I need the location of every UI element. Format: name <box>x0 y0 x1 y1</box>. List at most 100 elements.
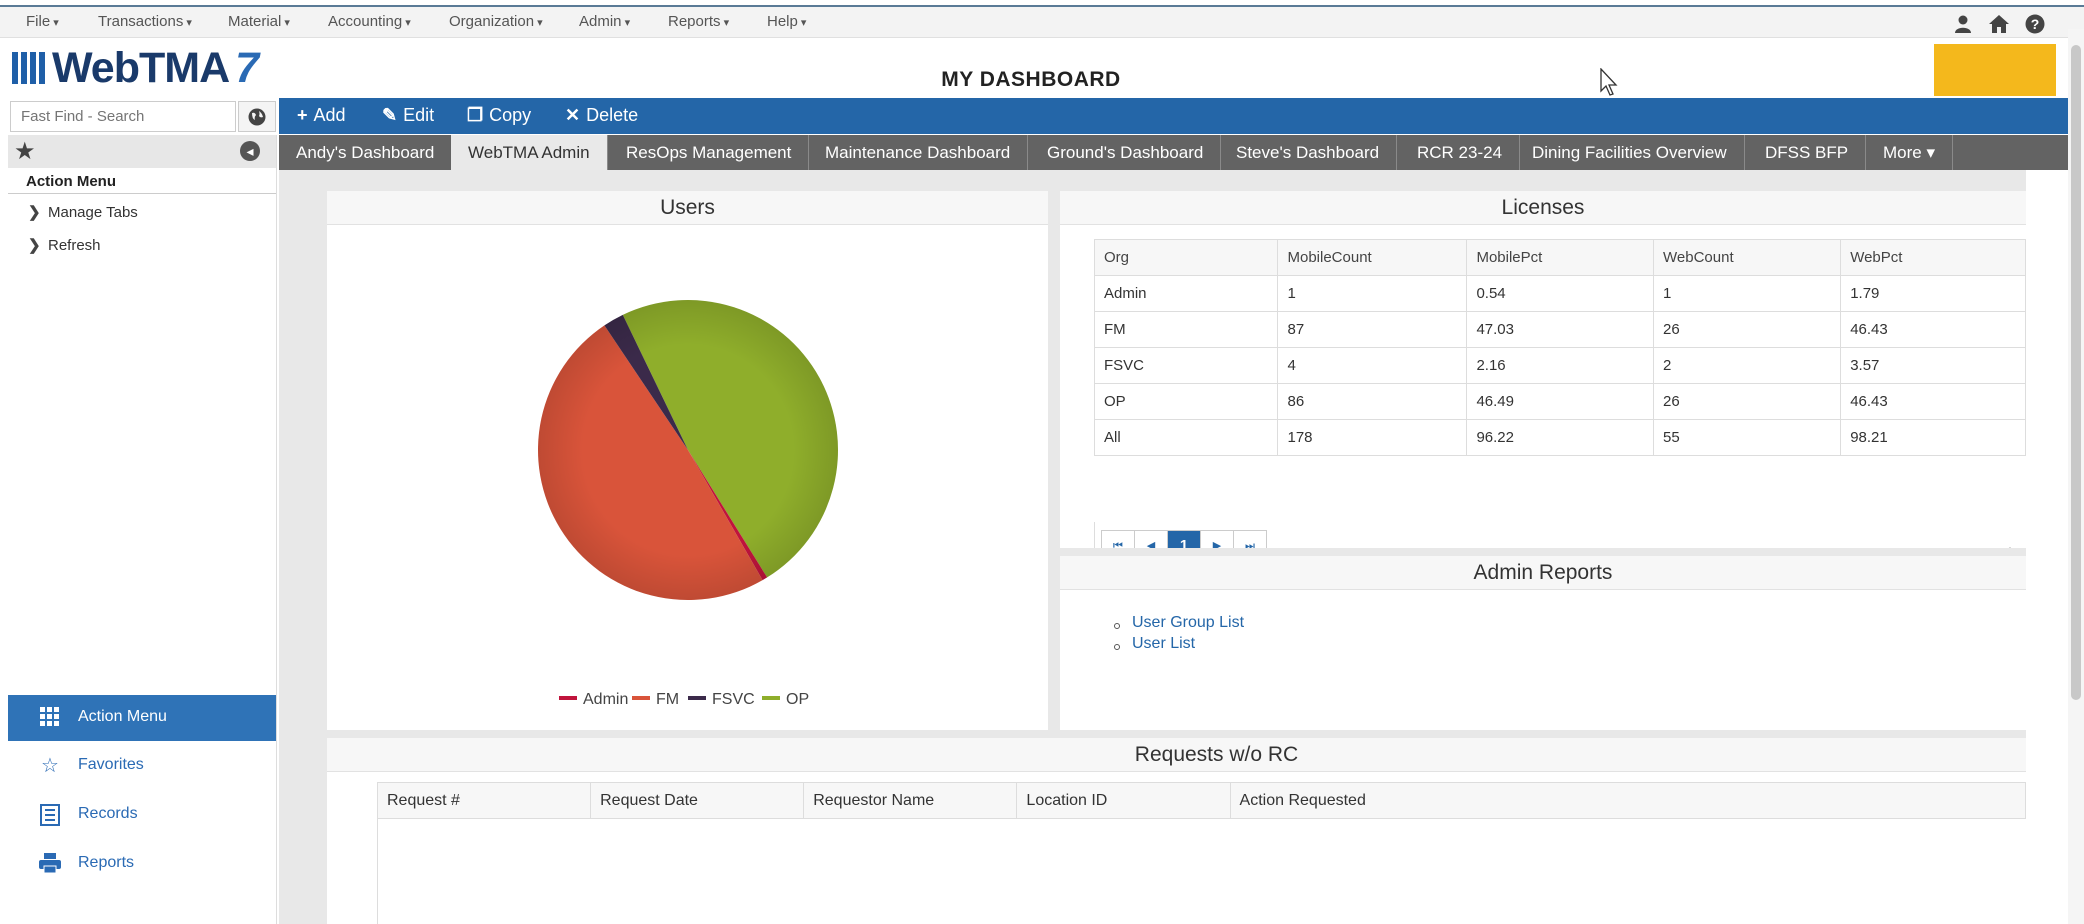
legend-item-op[interactable]: OP <box>762 691 809 709</box>
collapse-sidebar-icon[interactable]: ◂ <box>240 141 260 161</box>
tab-steves-dashboard[interactable]: Steve's Dashboard <box>1219 135 1398 170</box>
table-cell: 178 <box>1277 419 1468 456</box>
menu-accounting[interactable]: Accounting <box>328 13 411 30</box>
fast-find-search-input[interactable] <box>10 101 236 132</box>
user-list-link[interactable]: User List <box>1132 635 1195 653</box>
menu-organization[interactable]: Organization <box>449 13 543 30</box>
menu-file[interactable]: File <box>26 13 59 30</box>
plus-icon: + <box>297 105 308 125</box>
tab-maintenance-dashboard[interactable]: Maintenance Dashboard <box>808 135 1029 170</box>
current-page-button[interactable]: 1 <box>1167 530 1201 548</box>
table-header-row: Request # Request Date Requestor Name Lo… <box>376 782 2026 819</box>
table-cell: 96.22 <box>1466 419 1655 456</box>
user-group-list-link[interactable]: User Group List <box>1132 614 1244 632</box>
table-row[interactable]: FSVC 4 2.16 2 3.57 <box>1093 347 2026 384</box>
column-header[interactable]: MobileCount <box>1277 239 1468 276</box>
nav-favorites[interactable]: ☆ Favorites <box>8 743 276 789</box>
table-row[interactable]: OP 86 46.49 26 46.43 <box>1093 383 2026 420</box>
add-label: Add <box>313 105 346 125</box>
legend-item-fm[interactable]: FM <box>632 691 679 709</box>
action-label: Refresh <box>48 237 101 254</box>
tab-resops-management[interactable]: ResOps Management <box>609 135 810 170</box>
nav-reports[interactable]: Reports <box>8 841 276 887</box>
table-row[interactable]: FM 87 47.03 26 46.43 <box>1093 311 2026 348</box>
user-icon[interactable] <box>1952 14 1974 34</box>
table-row[interactable]: Admin 1 0.54 1 1.79 <box>1093 275 2026 312</box>
column-header[interactable]: Request Date <box>590 782 805 819</box>
requests-panel-title: Requests w/o RC <box>327 738 2026 772</box>
table-cell: 2.16 <box>1466 347 1655 384</box>
requests-table: Request # Request Date Requestor Name Lo… <box>376 782 2026 819</box>
delete-button[interactable]: ✕ Delete <box>565 105 638 126</box>
tab-webtma-admin[interactable]: WebTMA Admin <box>451 135 608 170</box>
licenses-panel-title: Licenses <box>1060 191 2026 225</box>
page-title: MY DASHBOARD <box>941 68 1121 91</box>
column-header[interactable]: Action Requested <box>1229 782 2026 819</box>
tab-more-label: More <box>1883 143 1922 162</box>
column-header[interactable]: WebCount <box>1653 239 1842 276</box>
copy-button[interactable]: ❐ Copy <box>467 105 531 126</box>
nav-label: Records <box>78 805 138 822</box>
nav-label: Reports <box>78 854 135 871</box>
action-refresh[interactable]: ❯ Refresh <box>28 236 101 254</box>
menu-reports[interactable]: Reports <box>668 13 729 30</box>
column-header[interactable]: Org <box>1093 239 1279 276</box>
tab-rcr-23-24[interactable]: RCR 23-24 <box>1400 135 1521 170</box>
action-manage-tabs[interactable]: ❯ Manage Tabs <box>28 203 138 221</box>
add-button[interactable]: + Add <box>297 105 346 126</box>
licenses-panel: Licenses Org MobileCount MobilePct WebCo… <box>1060 191 2026 548</box>
last-page-icon[interactable]: ⏭ <box>1233 530 1267 548</box>
home-icon[interactable] <box>1988 14 2010 34</box>
copy-label: Copy <box>489 105 532 125</box>
table-cell: 26 <box>1653 383 1842 420</box>
licenses-pager: ⏮ ◀ 1 ▶ ⏭ 1 - <box>1094 522 2026 548</box>
legend-swatch <box>762 696 780 700</box>
star-icon: ☆ <box>41 755 59 777</box>
prev-page-icon[interactable]: ◀ <box>1134 530 1168 548</box>
table-cell: Admin <box>1093 275 1279 312</box>
column-header[interactable]: Requestor Name <box>803 782 1018 819</box>
admin-reports-panel: Admin Reports User Group List User List <box>1060 556 2026 730</box>
column-header[interactable]: Request # <box>376 782 592 819</box>
column-header[interactable]: WebPct <box>1840 239 2026 276</box>
tab-more[interactable]: More ▾ <box>1866 135 1954 170</box>
bullet <box>1114 644 1120 650</box>
menu-admin[interactable]: Admin <box>579 13 630 30</box>
table-cell: 3.57 <box>1840 347 2026 384</box>
first-page-icon[interactable]: ⏮ <box>1101 530 1135 548</box>
edit-button[interactable]: ✎ Edit <box>382 105 434 126</box>
nav-action-menu[interactable]: Action Menu <box>8 695 276 741</box>
column-header[interactable]: MobilePct <box>1466 239 1655 276</box>
nav-records[interactable]: Records <box>8 792 276 838</box>
tab-grounds-dashboard[interactable]: Ground's Dashboard <box>1030 135 1222 170</box>
brand-accent-box <box>1934 44 2056 96</box>
top-menu-bar: File Transactions Material Accounting Or… <box>0 5 2084 38</box>
next-page-icon[interactable]: ▶ <box>1200 530 1234 548</box>
requests-panel: Requests w/o RC Request # Request Date R… <box>327 738 2026 924</box>
legend-item-fsvc[interactable]: FSVC <box>688 691 755 709</box>
mouse-cursor-icon <box>1600 68 1618 96</box>
column-header[interactable]: Location ID <box>1016 782 1231 819</box>
table-cell: 87 <box>1277 311 1468 348</box>
scrollbar-thumb[interactable] <box>2071 45 2081 700</box>
tab-dfss-bfp[interactable]: DFSS BFP <box>1748 135 1867 170</box>
legend-label: FM <box>656 691 680 708</box>
help-icon[interactable]: ? <box>2024 14 2046 34</box>
caret-down-icon: ▾ <box>1926 143 1936 162</box>
tab-andys-dashboard[interactable]: Andy's Dashboard <box>279 135 453 170</box>
chevron-right-icon: ❯ <box>28 237 41 254</box>
table-row[interactable]: All 178 96.22 55 98.21 <box>1093 419 2026 456</box>
menu-help[interactable]: Help <box>767 13 806 30</box>
menu-material[interactable]: Material <box>228 13 290 30</box>
chart-legend: Admin FM FSVC OP <box>559 691 959 713</box>
globe-icon[interactable] <box>238 101 276 132</box>
table-cell: 0.54 <box>1466 275 1655 312</box>
pager-info: 1 - <box>2006 544 2022 548</box>
star-icon[interactable]: ★ <box>14 137 36 166</box>
legend-item-admin[interactable]: Admin <box>559 691 628 709</box>
menu-transactions[interactable]: Transactions <box>98 13 192 30</box>
sidebar-header: ★ ◂ <box>8 135 276 168</box>
table-cell: 1 <box>1277 275 1468 312</box>
dashboard-area: Users Admin FM FSVC OP Licenses Org MobileC… <box>279 170 2026 924</box>
tab-dining-facilities-overview[interactable]: Dining Facilities Overview <box>1515 135 1745 170</box>
